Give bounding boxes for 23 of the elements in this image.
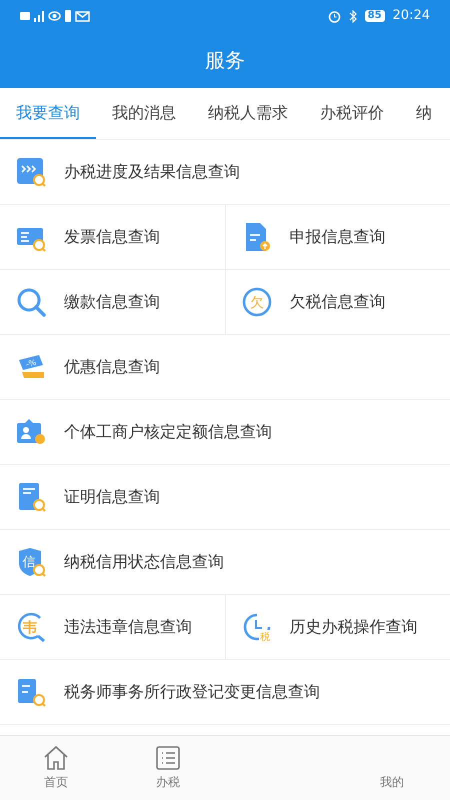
id-card-icon	[16, 417, 46, 447]
mail-icon	[75, 10, 90, 22]
tab[interactable]: 纳税人需求	[192, 88, 304, 139]
certificate-icon	[16, 482, 46, 512]
signal-icon	[34, 10, 44, 22]
eye-icon	[48, 11, 61, 21]
tab[interactable]: 我的消息	[96, 88, 192, 139]
list-icon	[155, 745, 181, 771]
nav-tab[interactable]: 办税	[112, 736, 224, 800]
bluetooth-icon	[348, 10, 357, 22]
clock-text: 20:24	[392, 7, 430, 26]
tab[interactable]: 办税评价	[304, 88, 400, 139]
home-icon	[43, 745, 69, 771]
nav-tab[interactable]: 我的	[336, 736, 448, 800]
search-icon	[16, 287, 46, 317]
page-title: 服务	[205, 47, 245, 74]
alarm-icon	[328, 10, 341, 22]
battery-icon: 85	[364, 10, 385, 22]
magnifier-icon	[16, 157, 46, 187]
nav-tab[interactable]: 首页	[0, 736, 112, 800]
coin-icon: 欠	[242, 287, 272, 317]
document-magnifier-icon	[16, 677, 46, 707]
tab[interactable]: 纳	[400, 88, 448, 139]
